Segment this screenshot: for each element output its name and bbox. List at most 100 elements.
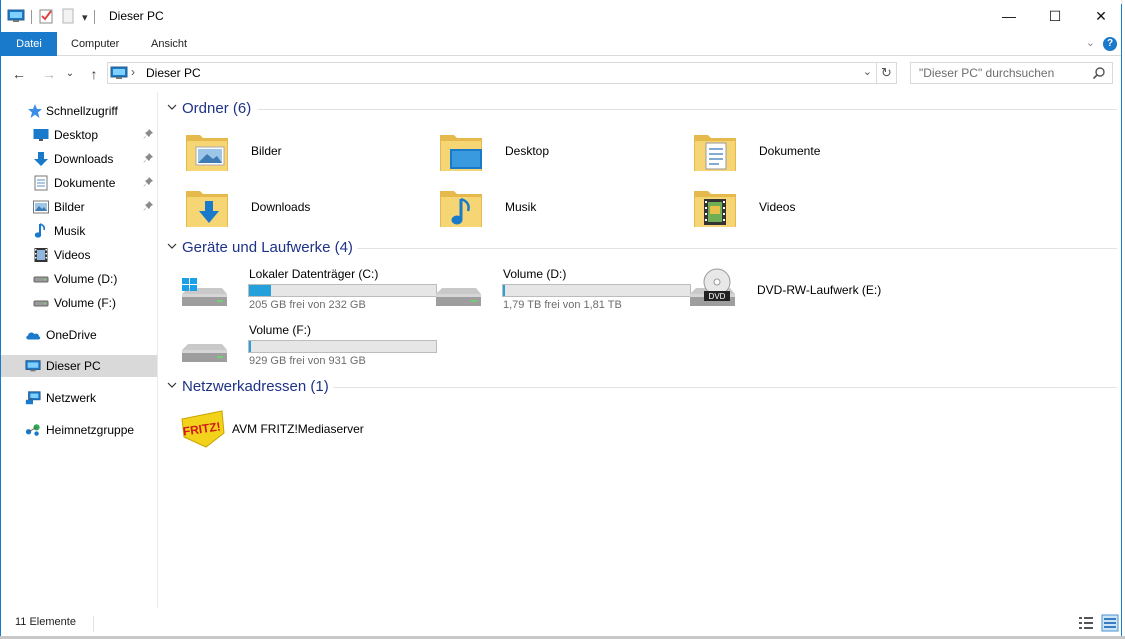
breadcrumb-dieser-pc[interactable]: Dieser PC [146, 66, 201, 80]
hard-drive-icon [434, 264, 484, 314]
sidebar-item-label: Bilder [54, 200, 85, 214]
drive-name: DVD-RW-Laufwerk (E:) [757, 283, 882, 297]
drive-icon [33, 295, 49, 311]
back-button[interactable]: ← [9, 64, 29, 84]
status-separator [93, 616, 94, 632]
sidebar-item-volume-f[interactable]: Volume (F:) [1, 292, 157, 314]
large-icons-view-icon[interactable] [1101, 614, 1119, 632]
pin-icon[interactable] [143, 200, 153, 214]
group-divider [333, 387, 1117, 388]
sidebar-item-onedrive[interactable]: OneDrive [1, 324, 157, 346]
properties-icon[interactable] [38, 8, 54, 27]
expand-ribbon-icon[interactable]: ⌄ [1086, 36, 1095, 49]
sidebar-item-label: Musik [54, 224, 86, 238]
folder-tile-desktop[interactable]: Desktop [436, 127, 676, 177]
drive-name: Lokaler Datenträger (C:) [249, 267, 379, 281]
breadcrumb-separator-icon[interactable]: › [131, 65, 135, 79]
drive-usage-bar [248, 340, 437, 353]
back-arrow-icon: ← [12, 66, 26, 82]
sidebar-item-label: Videos [54, 248, 91, 262]
drive-tile-d[interactable]: Volume (D:) 1,79 TB frei von 1,81 TB [434, 264, 696, 314]
tab-ansicht[interactable]: Ansicht [139, 32, 199, 56]
group-title: Netzwerkadressen (1) [182, 378, 329, 395]
download-icon [33, 151, 49, 167]
minimize-icon: — [1002, 8, 1016, 24]
sidebar-item-dieser-pc[interactable]: Dieser PC [1, 355, 157, 377]
refresh-button[interactable]: ↻ [877, 62, 897, 84]
star-icon [27, 103, 43, 119]
customize-qat-icon[interactable]: ▾ [82, 11, 88, 24]
minimize-button[interactable]: — [986, 0, 1032, 32]
sidebar-item-musik[interactable]: Musik [1, 220, 157, 242]
navigation-pane: Schnellzugriff Desktop Downloads Dokumen… [1, 92, 158, 608]
status-bar: 11 Elemente [1, 612, 1121, 636]
sidebar-item-label: Downloads [54, 152, 114, 166]
sidebar-item-label: Netzwerk [46, 391, 97, 405]
address-dropdown-icon[interactable]: ⌄ [863, 65, 872, 78]
forward-arrow-icon: → [42, 66, 56, 82]
sidebar-item-downloads[interactable]: Downloads [1, 148, 157, 170]
sidebar-item-videos[interactable]: Videos [1, 244, 157, 266]
music-folder-icon [436, 183, 486, 233]
sidebar-item-bilder[interactable]: Bilder [1, 196, 157, 218]
folder-tile-bilder[interactable]: Bilder [182, 127, 422, 177]
group-header-drives[interactable]: Geräte und Laufwerke (4) [163, 238, 1117, 260]
sidebar-item-label: Volume (F:) [54, 296, 117, 310]
drive-name: Volume (D:) [503, 267, 567, 281]
pin-icon[interactable] [143, 152, 153, 166]
folder-tile-dokumente[interactable]: Dokumente [690, 127, 930, 177]
content-pane: Ordner (6) Bilder Desktop Dokumente Down… [163, 92, 1121, 608]
drive-usage-fill [249, 341, 251, 352]
address-bar[interactable]: › Dieser PC ⌄ [107, 62, 877, 84]
folder-tile-musik[interactable]: Musik [436, 183, 676, 233]
documents-icon [33, 175, 49, 191]
up-button[interactable]: ↑ [84, 64, 104, 84]
pin-icon[interactable] [143, 176, 153, 190]
search-icon[interactable] [1092, 66, 1106, 83]
sidebar-item-desktop[interactable]: Desktop [1, 124, 157, 146]
network-item-name: AVM FRITZ!Mediaserver [232, 422, 364, 436]
drive-tile-c[interactable]: Lokaler Datenträger (C:) 205 GB frei von… [180, 264, 442, 314]
cloud-icon [25, 327, 41, 343]
maximize-button[interactable]: ☐ [1032, 0, 1078, 32]
sidebar-item-heimnetzgruppe[interactable]: Heimnetzgruppe [1, 419, 157, 441]
group-title: Geräte und Laufwerke (4) [182, 239, 353, 256]
group-header-network[interactable]: Netzwerkadressen (1) [163, 377, 1117, 399]
pin-icon[interactable] [143, 128, 153, 142]
new-folder-icon[interactable] [60, 8, 76, 27]
close-button[interactable]: ✕ [1078, 0, 1124, 32]
sidebar-item-label: OneDrive [46, 328, 97, 342]
sidebar-item-netzwerk[interactable]: Netzwerk [1, 387, 157, 409]
sidebar-item-label: Dokumente [54, 176, 116, 190]
hard-drive-icon [180, 320, 230, 370]
drive-tile-f[interactable]: Volume (F:) 929 GB frei von 931 GB [180, 320, 442, 370]
drive-usage-fill [503, 285, 505, 296]
folder-tile-downloads[interactable]: Downloads [182, 183, 422, 233]
sidebar-item-label: Schnellzugriff [46, 104, 118, 118]
forward-button[interactable]: → [39, 64, 59, 84]
folder-tile-videos[interactable]: Videos [690, 183, 930, 233]
group-header-folders[interactable]: Ordner (6) [163, 99, 1117, 121]
chevron-down-icon: ⌄ [65, 68, 75, 79]
help-icon[interactable]: ? [1103, 37, 1117, 51]
network-tile-fritz-mediaserver[interactable]: FRITZ! AVM FRITZ!Mediaserver [178, 403, 418, 453]
computer-icon[interactable] [7, 8, 25, 27]
sidebar-item-volume-d[interactable]: Volume (D:) [1, 268, 157, 290]
details-view-icon[interactable] [1077, 614, 1095, 632]
chevron-down-icon [167, 242, 177, 253]
tab-datei[interactable]: Datei [1, 32, 57, 56]
tab-computer[interactable]: Computer [59, 32, 131, 56]
recent-locations-button[interactable]: ⌄ [63, 64, 77, 84]
sidebar-item-quick-access[interactable]: Schnellzugriff [1, 100, 157, 122]
search-input[interactable] [911, 63, 1091, 83]
item-count: 11 Elemente [15, 616, 76, 628]
drive-free-space: 1,79 TB frei von 1,81 TB [503, 299, 622, 311]
drive-tile-e[interactable]: DVD DVD-RW-Laufwerk (E:) [688, 264, 950, 314]
drive-free-space: 929 GB frei von 931 GB [249, 355, 366, 367]
sidebar-item-dokumente[interactable]: Dokumente [1, 172, 157, 194]
maximize-icon: ☐ [1048, 7, 1062, 24]
pictures-folder-icon [182, 127, 232, 177]
desktop-folder-icon [436, 127, 486, 177]
sidebar-item-label: Heimnetzgruppe [46, 423, 135, 437]
downloads-folder-icon [182, 183, 232, 233]
